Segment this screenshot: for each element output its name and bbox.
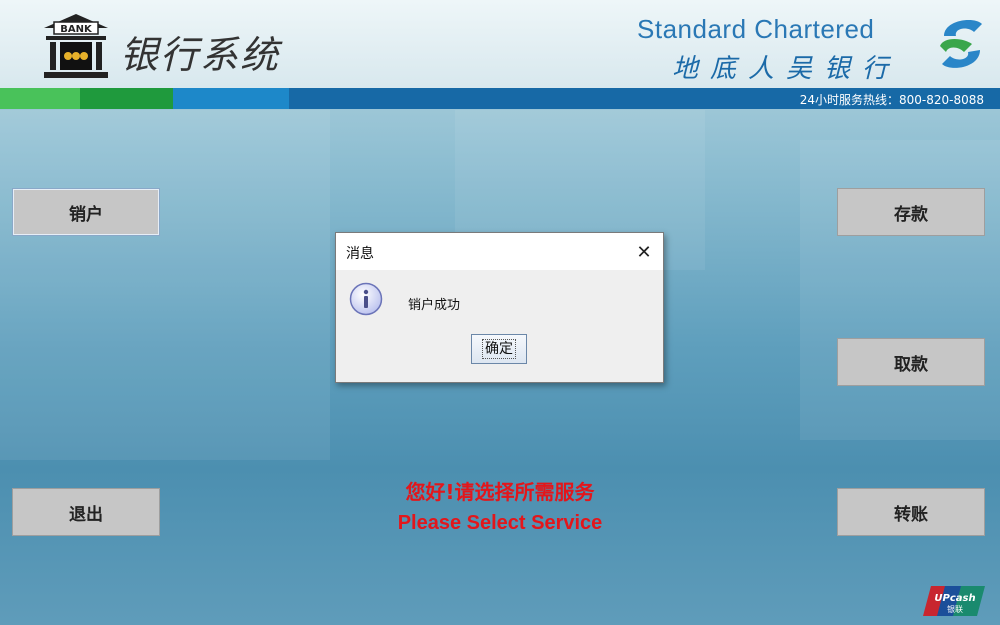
svg-text:银联: 银联: [947, 604, 963, 614]
welcome-text-cn: 您好!请选择所需服务: [405, 480, 595, 504]
banner-stripe: [173, 88, 289, 109]
dialog-title: 消息: [346, 246, 374, 262]
bank-logo-label: BANK: [60, 24, 93, 35]
header-banner: BANK 银行系统 Standard Chartered 地底人吴银行: [0, 0, 1000, 88]
message-dialog: 消息 ✕ 销户成功 确定: [335, 232, 664, 383]
dialog-titlebar[interactable]: 消息 ✕: [336, 233, 663, 270]
dialog-message: 销户成功: [408, 298, 461, 313]
background-texture: [0, 110, 330, 460]
system-title: 银行系统: [120, 33, 281, 77]
ok-button[interactable]: 确定: [471, 334, 527, 364]
close-icon[interactable]: ✕: [631, 239, 657, 265]
hotline-text: 24小时服务热线：800-820-8088: [799, 93, 984, 107]
deposit-button[interactable]: 存款: [837, 188, 985, 236]
brand-name-cn: 地底人吴银行: [672, 54, 901, 84]
banner-stripe: [80, 88, 173, 109]
banner-stripe: [0, 88, 80, 109]
withdraw-button[interactable]: 取款: [837, 338, 985, 386]
upcash-logo-icon: UPcash 银联: [923, 586, 985, 616]
brand-name-en: Standard Chartered: [637, 14, 875, 44]
background-texture: [800, 140, 1000, 440]
info-icon: [349, 282, 383, 316]
standard-chartered-logo-icon: [940, 20, 982, 68]
bank-building-icon: BANK: [44, 14, 108, 78]
svg-text:UPcash: UPcash: [934, 593, 975, 604]
close-account-button[interactable]: 销户: [12, 188, 160, 236]
ok-button-label: 确定: [482, 339, 516, 359]
welcome-text-en: Please Select Service: [397, 512, 603, 534]
